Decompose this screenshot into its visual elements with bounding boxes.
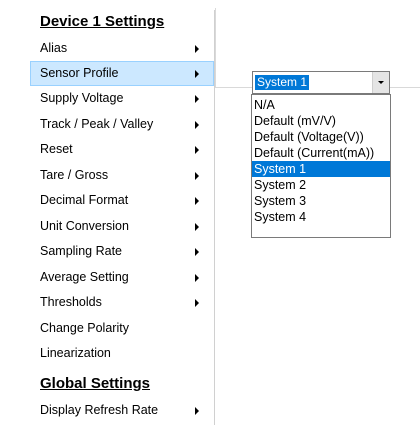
menu-item-label: Sensor Profile — [40, 66, 119, 80]
menu-item-sensor-profile[interactable]: Sensor Profile — [30, 61, 214, 86]
dropdown-option-system-3[interactable]: System 3 — [252, 193, 390, 209]
menu-item-label: Sampling Rate — [40, 244, 122, 258]
menu-item-track-peak-valley[interactable]: Track / Peak / Valley — [30, 112, 214, 137]
menu-item-label: Linearization — [40, 346, 111, 360]
dropdown-option-na[interactable]: N/A — [252, 97, 390, 113]
menu-item-supply-voltage[interactable]: Supply Voltage — [30, 86, 214, 111]
menu-item-label: Supply Voltage — [40, 91, 124, 105]
submenu-arrow-icon — [195, 120, 199, 129]
submenu-arrow-icon — [195, 171, 199, 180]
menu-item-thresholds[interactable]: Thresholds — [30, 290, 214, 315]
menu-item-label: Alias — [40, 41, 68, 55]
menu-item-label: Track / Peak / Valley — [40, 117, 154, 131]
dropdown-option-default-mvv[interactable]: Default (mV/V) — [252, 113, 390, 129]
menu-item-label: Tare / Gross — [40, 168, 109, 182]
submenu-arrow-icon — [195, 247, 199, 256]
menu-item-alias[interactable]: Alias — [30, 36, 214, 61]
submenu-arrow-icon — [195, 145, 199, 154]
dropdown-button[interactable] — [372, 72, 389, 93]
dropdown-option-default-voltage[interactable]: Default (Voltage(V)) — [252, 129, 390, 145]
submenu-arrow-icon — [195, 298, 199, 307]
submenu-arrow-icon — [195, 44, 199, 53]
dropdown-option-system-4[interactable]: System 4 — [252, 209, 390, 225]
menu-item-label: Decimal Format — [40, 193, 129, 207]
dropdown-option-default-current[interactable]: Default (Current(mA)) — [252, 145, 390, 161]
submenu-arrow-icon — [195, 69, 199, 78]
submenu-arrow-icon — [195, 406, 199, 415]
sensor-profile-combobox[interactable]: System 1 — [252, 71, 390, 94]
menu-item-label: Unit Conversion — [40, 219, 129, 233]
menu-item-unit-conversion[interactable]: Unit Conversion — [30, 214, 214, 239]
settings-menu: Device 1 Settings Alias Sensor Profile S… — [30, 10, 215, 425]
submenu-arrow-icon — [195, 94, 199, 103]
device-settings-heading: Device 1 Settings — [40, 13, 165, 30]
menu-item-label: Display Refresh Rate — [40, 403, 159, 417]
sensor-profile-dropdown-list: N/A Default (mV/V) Default (Voltage(V)) … — [251, 94, 391, 238]
menu-item-decimal-format[interactable]: Decimal Format — [30, 188, 214, 213]
dropdown-option-system-1[interactable]: System 1 — [252, 161, 390, 177]
global-settings-heading: Global Settings — [40, 375, 151, 392]
menu-item-label: Reset — [40, 142, 73, 156]
menu-item-change-polarity[interactable]: Change Polarity — [30, 316, 214, 341]
submenu-arrow-icon — [195, 273, 199, 282]
submenu-arrow-icon — [195, 222, 199, 231]
menu-item-sampling-rate[interactable]: Sampling Rate — [30, 239, 214, 264]
menu-item-label: Average Setting — [40, 270, 129, 284]
menu-item-linearization[interactable]: Linearization — [30, 341, 214, 366]
menu-item-reset[interactable]: Reset — [30, 137, 214, 162]
divider — [215, 8, 216, 88]
dropdown-option-system-2[interactable]: System 2 — [252, 177, 390, 193]
menu-item-tare-gross[interactable]: Tare / Gross — [30, 163, 214, 188]
menu-item-average-setting[interactable]: Average Setting — [30, 265, 214, 290]
menu-item-display-refresh-rate[interactable]: Display Refresh Rate — [30, 398, 214, 423]
submenu-arrow-icon — [195, 196, 199, 205]
menu-item-label: Thresholds — [40, 295, 102, 309]
menu-item-label: Change Polarity — [40, 321, 129, 335]
combobox-value: System 1 — [255, 75, 310, 90]
chevron-down-icon — [378, 81, 384, 84]
